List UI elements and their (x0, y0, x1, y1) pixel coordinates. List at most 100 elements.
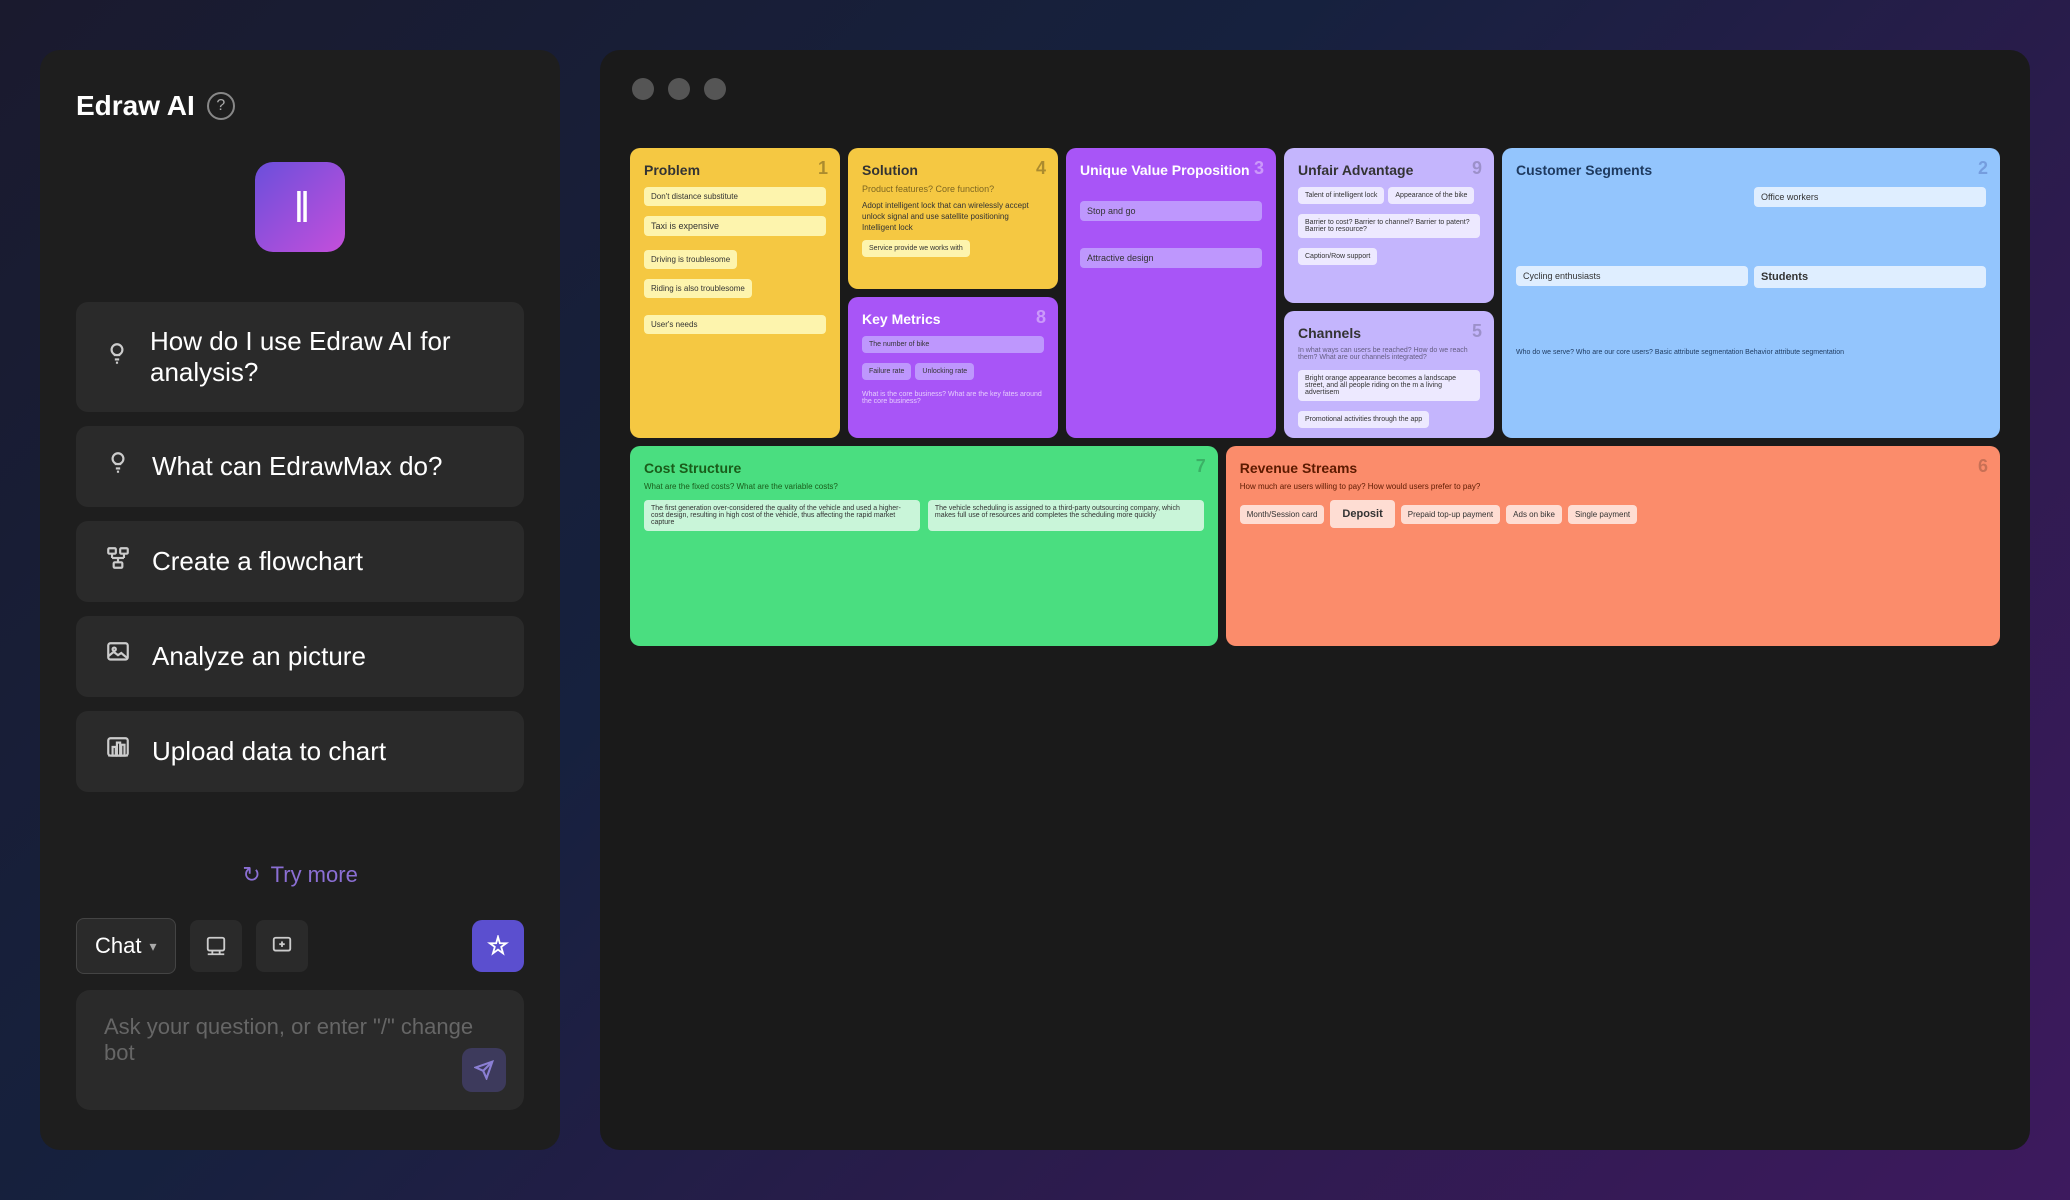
sticky-2: Taxi is expensive (644, 216, 826, 236)
channels-number: 5 (1472, 321, 1482, 342)
sticky-5: User's needs (644, 315, 826, 334)
menu-items: How do I use Edraw AI for analysis? What… (76, 302, 524, 832)
menu-item-analysis[interactable]: How do I use Edraw AI for analysis? (76, 302, 524, 412)
chat-select[interactable]: Chat ▾ (76, 918, 176, 974)
sticky-3: Driving is troublesome (644, 250, 737, 269)
canvas-row-2: Cost Structure 7 What are the fixed cost… (630, 446, 2000, 646)
revenue-sticky-5: Single payment (1568, 505, 1637, 524)
metrics-sticky-3: Unlocking rate (915, 363, 974, 380)
ai-logo: ‖ (255, 162, 345, 252)
uvp-title: Unique Value Proposition (1080, 162, 1262, 178)
revenue-sticky-3: Prepaid top-up payment (1401, 505, 1500, 524)
chat-input-placeholder: Ask your question, or enter "/" change b… (104, 1014, 473, 1065)
ai-logo-symbol: ‖ (294, 182, 305, 233)
revenue-sticky-2: Deposit (1330, 500, 1394, 528)
traffic-light-2 (668, 78, 690, 100)
unfair-channels-stack: Unfair Advantage 9 Talent of intelligent… (1284, 148, 1494, 438)
unfair-sticky-4: Caption/Row support (1298, 248, 1377, 265)
right-panel-header (600, 50, 2030, 128)
revenue-stickies: Month/Session card Deposit Prepaid top-u… (1240, 497, 1986, 531)
problem-card: Problem 1 Don't distance substitute Taxi… (630, 148, 840, 438)
traffic-light-1 (632, 78, 654, 100)
chevron-down-icon: ▾ (149, 938, 156, 955)
segments-title: Customer Segments (1516, 162, 1986, 178)
uvp-sticky-2: Attractive design (1080, 248, 1262, 268)
flowchart-icon (104, 545, 132, 578)
menu-item-edrawmax-label: What can EdrawMax do? (152, 451, 442, 482)
menu-item-upload[interactable]: Upload data to chart (76, 711, 524, 792)
revenue-sticky-4: Ads on bike (1506, 505, 1562, 524)
bottom-bar: Chat ▾ (76, 918, 524, 974)
solution-text: Adopt intelligent lock that can wireless… (862, 200, 1044, 234)
cost-sticky-1: The first generation over-considered the… (644, 500, 920, 531)
menu-item-analyze[interactable]: Analyze an picture (76, 616, 524, 697)
unfair-card: Unfair Advantage 9 Talent of intelligent… (1284, 148, 1494, 303)
left-panel: Edraw AI ? ‖ How do I use Edraw AI for a… (40, 50, 560, 1150)
chat-input-area[interactable]: Ask your question, or enter "/" change b… (76, 990, 524, 1110)
segments-card: Customer Segments 2 Office workers Cycli… (1502, 148, 2000, 438)
cost-number: 7 (1196, 456, 1206, 477)
cost-sticky-2: The vehicle scheduling is assigned to a … (928, 500, 1204, 531)
unfair-stickies: Talent of intelligent lock Appearance of… (1298, 184, 1480, 207)
metrics-sticky-2: Failure rate (862, 363, 911, 380)
lean-canvas: Problem 1 Don't distance substitute Taxi… (630, 148, 2000, 646)
metrics-sticky-1: The number of bike (862, 336, 1044, 353)
cost-card: Cost Structure 7 What are the fixed cost… (630, 446, 1218, 646)
menu-item-flowchart[interactable]: Create a flowchart (76, 521, 524, 602)
channels-stickies: Bright orange appearance becomes a lands… (1298, 367, 1480, 438)
try-more-label: Try more (271, 862, 358, 888)
send-button[interactable] (462, 1048, 506, 1092)
cost-subtitle: What are the fixed costs? What are the v… (644, 482, 1204, 491)
solution-number: 4 (1036, 158, 1046, 179)
solution-subtitle: Product features? Core function? (862, 184, 1044, 194)
uvp-card: Unique Value Proposition 3 Stop and go A… (1066, 148, 1276, 438)
menu-item-analysis-label: How do I use Edraw AI for analysis? (150, 326, 496, 388)
right-panel: Problem 1 Don't distance substitute Taxi… (600, 50, 2030, 1150)
edit-icon-btn[interactable] (190, 920, 242, 972)
metrics-title: Key Metrics (862, 311, 1044, 327)
unfair-sticky-3: Barrier to cost? Barrier to channel? Bar… (1298, 214, 1480, 238)
revenue-sticky-1: Month/Session card (1240, 505, 1325, 524)
solution-sticky: Service provide we works with (862, 240, 970, 257)
picture-icon (104, 640, 132, 673)
uvp-stickies: Stop and go Attractive design (1080, 198, 1262, 271)
channels-title: Channels (1298, 325, 1480, 341)
canvas-row-1: Problem 1 Don't distance substitute Taxi… (630, 148, 2000, 438)
menu-item-flowchart-label: Create a flowchart (152, 546, 363, 577)
lightbulb-icon-2 (104, 450, 132, 483)
problem-title: Problem (644, 162, 826, 178)
metrics-stickies: The number of bike Failure rate Unlockin… (862, 333, 1044, 405)
add-icon-btn[interactable] (256, 920, 308, 972)
metrics-text: What is the core business? What are the … (862, 391, 1044, 405)
chat-select-label: Chat (95, 933, 141, 959)
help-icon[interactable]: ? (207, 92, 235, 120)
solution-title: Solution (862, 162, 1044, 178)
refresh-icon: ↻ (242, 862, 260, 888)
channels-sticky-2: Promotional activities through the app (1298, 411, 1429, 428)
unfair-sticky-1: Talent of intelligent lock (1298, 187, 1384, 204)
sticky-1: Don't distance substitute (644, 187, 826, 206)
menu-item-edrawmax[interactable]: What can EdrawMax do? (76, 426, 524, 507)
revenue-card: Revenue Streams 6 How much are users wil… (1226, 446, 2000, 646)
segments-text: Who do we serve? Who are our core users?… (1516, 349, 1844, 356)
ai-action-btn[interactable] (472, 920, 524, 972)
app-title: Edraw AI (76, 90, 195, 122)
problem-number: 1 (818, 158, 828, 179)
menu-item-analyze-label: Analyze an picture (152, 641, 366, 672)
segments-stickies: Office workers Cycling enthusiasts Stude… (1516, 184, 1986, 404)
cost-stickies: The first generation over-considered the… (644, 497, 1204, 534)
sticky-4: Riding is also troublesome (644, 279, 752, 298)
canvas-area[interactable]: Problem 1 Don't distance substitute Taxi… (600, 128, 2030, 1150)
unfair-sticky-2: Appearance of the bike (1388, 187, 1474, 204)
menu-item-upload-label: Upload data to chart (152, 736, 386, 767)
unfair-title: Unfair Advantage (1298, 162, 1480, 178)
panel-header: Edraw AI ? (76, 90, 524, 122)
try-more-button[interactable]: ↻ Try more (76, 862, 524, 888)
uvp-number: 3 (1254, 158, 1264, 179)
revenue-title: Revenue Streams (1240, 460, 1986, 476)
lightbulb-icon (104, 341, 130, 374)
metrics-card: Key Metrics 8 The number of bike Failure… (848, 297, 1058, 438)
segments-number: 2 (1978, 158, 1988, 179)
channels-sticky-1: Bright orange appearance becomes a lands… (1298, 370, 1480, 401)
unfair-number: 9 (1472, 158, 1482, 179)
